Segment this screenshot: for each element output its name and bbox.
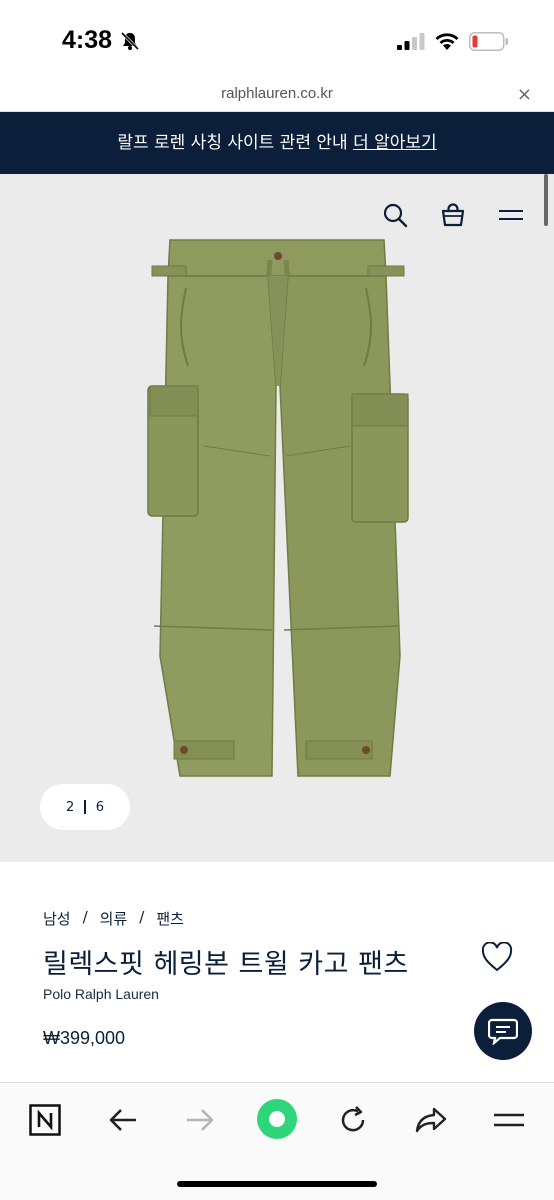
product-price: ₩399,000: [43, 1028, 126, 1048]
pager-total: 6: [95, 799, 105, 815]
n-logo-button[interactable]: [26, 1101, 64, 1139]
forward-arrow-icon: [187, 1109, 214, 1131]
close-icon[interactable]: ×: [517, 84, 532, 105]
signal-icon: [397, 33, 425, 50]
product-image: [147, 239, 409, 777]
heart-icon[interactable]: [481, 942, 513, 972]
product-image-gallery[interactable]: 2 6: [0, 174, 554, 862]
status-bar: 4:38: [0, 0, 554, 78]
more-menu-icon: [494, 1113, 524, 1127]
url-bar[interactable]: ralphlauren.co.kr ×: [0, 78, 554, 112]
breadcrumb-item-clothing[interactable]: 의류: [100, 908, 128, 929]
bell-slash-icon: [120, 31, 140, 51]
battery-icon: [469, 32, 508, 51]
refresh-button[interactable]: [334, 1101, 372, 1139]
shopping-bag-icon[interactable]: [440, 202, 466, 228]
chat-button[interactable]: [474, 1002, 532, 1060]
wifi-icon: [435, 33, 459, 50]
breadcrumb-separator: /: [82, 908, 88, 926]
breadcrumb-item-men[interactable]: 남성: [43, 908, 71, 929]
chat-icon: [488, 1018, 518, 1045]
header-icons: [382, 202, 524, 228]
forward-button[interactable]: [181, 1101, 219, 1139]
breadcrumb-item-pants[interactable]: 팬츠: [156, 908, 184, 929]
browser-toolbar: [0, 1082, 554, 1200]
home-dot-icon: [257, 1099, 297, 1139]
image-pager: 2 6: [40, 784, 130, 830]
pager-current: 2: [65, 799, 75, 815]
status-time: 4:38: [62, 26, 113, 54]
share-icon: [415, 1107, 447, 1133]
pager-divider: [84, 800, 86, 814]
product-brand: Polo Ralph Lauren: [43, 986, 159, 1002]
product-title: 릴렉스핏 헤링본 트윌 카고 팬츠: [43, 949, 409, 980]
notice-banner: 랄프 로렌 사칭 사이트 관련 안내 더 알아보기: [0, 112, 554, 174]
banner-learn-more-link[interactable]: 더 알아보기: [353, 133, 437, 153]
breadcrumb: 남성 / 의류 / 팬츠: [43, 908, 184, 929]
refresh-icon: [341, 1106, 365, 1132]
back-arrow-icon: [109, 1109, 136, 1131]
share-button[interactable]: [412, 1101, 450, 1139]
breadcrumb-separator: /: [139, 908, 145, 926]
scrollbar-thumb[interactable]: [544, 174, 548, 226]
more-menu-button[interactable]: [490, 1101, 528, 1139]
banner-text: 랄프 로렌 사칭 사이트 관련 안내: [117, 133, 348, 153]
home-indicator[interactable]: [177, 1181, 377, 1187]
search-icon[interactable]: [382, 202, 408, 228]
menu-icon[interactable]: [498, 202, 524, 228]
back-button[interactable]: [104, 1101, 142, 1139]
url-text[interactable]: ralphlauren.co.kr: [0, 85, 554, 102]
n-logo-icon: [29, 1104, 61, 1136]
product-info: 남성 / 의류 / 팬츠 릴렉스핏 헤링본 트윌 카고 팬츠 Polo Ralp…: [0, 862, 554, 1082]
home-button[interactable]: [256, 1098, 298, 1140]
